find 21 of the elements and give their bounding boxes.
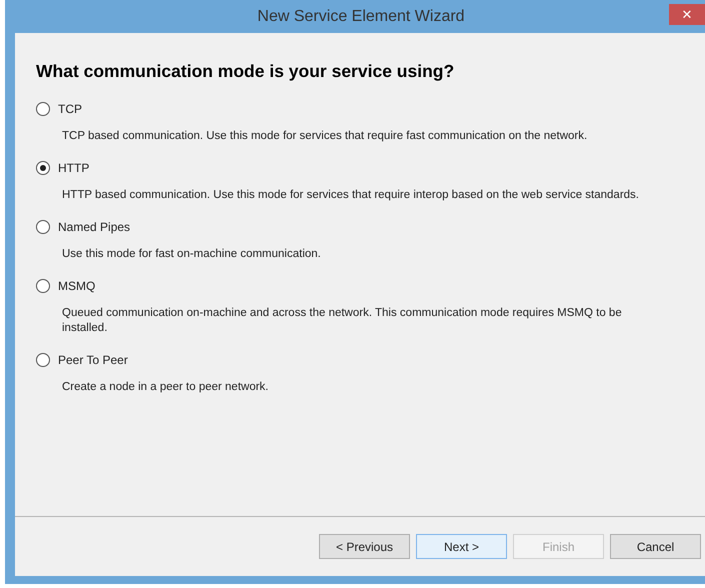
radio-option[interactable]: HTTP bbox=[36, 158, 90, 178]
radio-button[interactable] bbox=[36, 220, 50, 234]
radio-option[interactable]: TCP bbox=[36, 99, 82, 119]
radio-option[interactable]: Named Pipes bbox=[36, 217, 130, 237]
wizard-button[interactable]: < Previous bbox=[319, 534, 410, 559]
option-description: TCP based communication. Use this mode for services that require fast communication on the network. bbox=[62, 129, 588, 144]
radio-option[interactable]: MSMQ bbox=[36, 276, 96, 296]
radio-button[interactable] bbox=[36, 161, 50, 175]
option-description: HTTP based communication. Use this mode for services that require interop based on the web service standards. bbox=[62, 188, 640, 203]
window-title: New Service Element Wizard bbox=[256, 6, 465, 26]
radio-option[interactable]: Peer To Peer bbox=[36, 350, 128, 370]
radio-button[interactable] bbox=[36, 279, 50, 293]
radio-button[interactable] bbox=[36, 353, 50, 367]
wizard-button[interactable]: Next > bbox=[416, 534, 507, 559]
close-button[interactable]: ✕ bbox=[669, 4, 705, 25]
wizard-button[interactable]: Cancel bbox=[610, 534, 701, 559]
radio-button[interactable] bbox=[36, 102, 50, 116]
page-heading: What communication mode is your service using? bbox=[36, 60, 456, 83]
option-description: Queued communication on-machine and across the network. This communication mode requires MSMQ to be installed. bbox=[62, 306, 623, 336]
option-description: Use this mode for fast on-machine communication. bbox=[62, 247, 322, 262]
option-description: Create a node in a peer to peer network. bbox=[62, 380, 270, 395]
